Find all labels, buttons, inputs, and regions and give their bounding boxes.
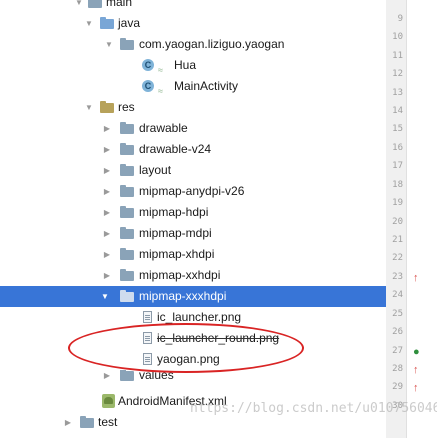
- line-number: 14: [392, 106, 403, 116]
- folder-icon: [120, 185, 134, 197]
- collapse-arrow-icon[interactable]: ▶: [102, 265, 112, 286]
- folder-icon: [120, 206, 134, 218]
- tree-row-class-hua[interactable]: C ≈ Hua: [0, 55, 386, 76]
- tree-row-java[interactable]: ▼ java: [0, 13, 386, 34]
- class-icon: C: [142, 80, 154, 92]
- highlight-annotation-ellipse: [68, 323, 304, 373]
- tree-row-class-mainactivity[interactable]: C ≈ MainActivity: [0, 76, 386, 97]
- line-number: 27: [392, 346, 403, 356]
- override-dot-icon[interactable]: ●: [413, 346, 420, 358]
- override-up-icon[interactable]: ↑: [413, 382, 419, 394]
- folder-icon: [120, 122, 134, 134]
- collapse-arrow-icon[interactable]: ▶: [102, 223, 112, 244]
- line-number: 15: [392, 124, 403, 134]
- tree-label: test: [98, 415, 118, 429]
- collapse-arrow-icon[interactable]: ▶: [102, 160, 112, 181]
- expand-arrow-icon[interactable]: ▼: [84, 97, 94, 118]
- line-number: 21: [392, 235, 403, 245]
- tree-row-drawable-v24[interactable]: ▶ drawable-v24: [0, 139, 386, 160]
- tree-label: mipmap-anydpi-v26: [139, 184, 245, 198]
- tree-label: mipmap-hdpi: [139, 205, 209, 219]
- folder-icon: [120, 248, 134, 260]
- class-icon: C: [142, 59, 154, 71]
- line-number: 16: [392, 143, 403, 153]
- collapse-arrow-icon[interactable]: ▶: [102, 139, 112, 160]
- collapse-arrow-icon[interactable]: ▶: [63, 412, 73, 433]
- line-number: 18: [392, 180, 403, 190]
- collapse-arrow-icon[interactable]: ▶: [102, 370, 112, 381]
- collapse-arrow-icon[interactable]: ▶: [102, 244, 112, 265]
- android-manifest-icon: [102, 394, 115, 408]
- gutter-marker-column: ↑ ● ↑ ↑: [407, 0, 437, 438]
- collapse-arrow-icon[interactable]: ▶: [102, 181, 112, 202]
- folder-icon: [120, 164, 134, 176]
- tree-label: main: [106, 0, 133, 9]
- tree-row-package[interactable]: ▼ com.yaogan.liziguo.yaogan: [0, 34, 386, 55]
- tree-row-res[interactable]: ▼ res: [0, 97, 386, 118]
- tree-label: mipmap-xhdpi: [139, 247, 215, 261]
- override-up-icon[interactable]: ↑: [413, 272, 419, 284]
- line-number: 11: [392, 51, 403, 61]
- tree-row-drawable[interactable]: ▶ drawable: [0, 118, 386, 139]
- tree-label: mipmap-xxhdpi: [139, 268, 221, 282]
- tree-label: Hua: [174, 58, 197, 72]
- collapse-arrow-icon[interactable]: ▶: [102, 118, 112, 139]
- line-number: 26: [392, 327, 403, 337]
- line-number: 9: [397, 14, 403, 24]
- folder-icon: [120, 227, 134, 239]
- folder-icon: [88, 0, 102, 8]
- line-number: 24: [392, 290, 403, 300]
- line-number: 17: [392, 161, 403, 171]
- watermark-text: https://blog.csdn.net/u010756046: [190, 401, 437, 416]
- package-icon: [120, 38, 134, 50]
- collapse-arrow-icon[interactable]: ▶: [102, 202, 112, 223]
- folder-icon: [120, 370, 134, 381]
- line-number: 25: [392, 309, 403, 319]
- expand-arrow-icon[interactable]: ▼: [74, 0, 84, 13]
- source-folder-icon: [100, 17, 114, 29]
- tree-label: drawable: [139, 121, 188, 135]
- line-number: 10: [392, 32, 403, 42]
- expand-arrow-icon[interactable]: ▼: [84, 13, 94, 34]
- tree-label: java: [118, 16, 141, 30]
- tree-row-mipmap-xxhdpi[interactable]: ▶ mipmap-xxhdpi: [0, 265, 386, 286]
- resource-folder-icon: [100, 101, 114, 113]
- line-number: 12: [392, 69, 403, 79]
- line-number: 20: [392, 217, 403, 227]
- tree-label: com.yaogan.liziguo.yaogan: [139, 37, 285, 51]
- tree-row-mipmap-hdpi[interactable]: ▶ mipmap-hdpi: [0, 202, 386, 223]
- tree-label: mipmap-mdpi: [139, 226, 212, 240]
- override-up-icon[interactable]: ↑: [413, 364, 419, 376]
- folder-icon: [120, 143, 134, 155]
- tree-label: mipmap-xxxhdpi: [139, 289, 227, 303]
- tree-row-mipmap-anydpi-v26[interactable]: ▶ mipmap-anydpi-v26: [0, 181, 386, 202]
- folder-icon: [120, 269, 134, 281]
- line-number: 13: [392, 88, 403, 98]
- editor-gutter: 9 10 11 12 13 14 15 16 17 18 19 20 21 22…: [386, 0, 407, 438]
- expand-arrow-icon[interactable]: ▼: [100, 286, 110, 307]
- tree-row-main[interactable]: ▼ main: [0, 0, 386, 13]
- png-file-icon: [143, 311, 152, 323]
- tree-row-layout[interactable]: ▶ layout: [0, 160, 386, 181]
- tree-row-mipmap-xxxhdpi[interactable]: ▼ mipmap-xxxhdpi: [0, 286, 386, 307]
- tree-row-mipmap-xhdpi[interactable]: ▶ mipmap-xhdpi: [0, 244, 386, 265]
- tree-row-mipmap-mdpi[interactable]: ▶ mipmap-mdpi: [0, 223, 386, 244]
- folder-icon: [120, 290, 134, 302]
- tree-label: res: [118, 100, 135, 114]
- expand-arrow-icon[interactable]: ▼: [104, 34, 114, 55]
- line-number: 19: [392, 198, 403, 208]
- tree-label: layout: [139, 163, 172, 177]
- line-number: 22: [392, 253, 403, 263]
- tree-label: MainActivity: [174, 79, 239, 93]
- line-number: 23: [392, 272, 403, 282]
- line-number: 29: [392, 382, 403, 392]
- tree-label: drawable-v24: [139, 142, 212, 156]
- line-number: 28: [392, 364, 403, 374]
- folder-icon: [80, 416, 94, 428]
